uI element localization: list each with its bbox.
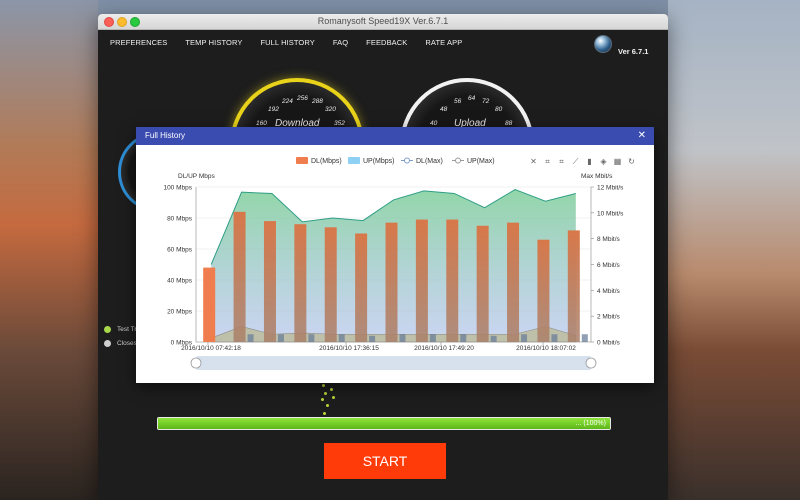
up-bar <box>277 334 284 342</box>
legend-dot-closes <box>104 340 111 347</box>
legend-label: UP(Mbps) <box>363 158 395 165</box>
close-icon[interactable]: ✕ <box>638 130 646 141</box>
legend-label: DL(Mbps) <box>311 158 342 165</box>
gauge-tick: 72 <box>482 98 490 105</box>
menu-temp-history[interactable]: TEMP HISTORY <box>185 38 242 47</box>
gauge-tick: 56 <box>454 98 462 105</box>
x-tick-label: 2016/10/10 18:07:02 <box>516 345 576 352</box>
dialog-header: Full History ✕ <box>136 127 654 145</box>
up-bar <box>581 334 588 342</box>
progress-text: ... (100%) <box>575 420 606 427</box>
globe-icon[interactable] <box>594 35 612 53</box>
history-chart: DL(Mbps) UP(Mbps) DL(Max) UP(Max) DL/UP Mbps… <box>163 157 624 370</box>
legend-swatch <box>404 157 410 164</box>
dl-bar <box>507 222 520 342</box>
legend-closes-text: Closes <box>117 340 137 347</box>
window-titlebar[interactable]: Romanysoft Speed19X Ver.6.7.1 <box>98 14 668 30</box>
gauge-tick: 80 <box>495 106 503 113</box>
world-map <box>320 382 350 422</box>
dl-bar <box>263 221 276 342</box>
legend-label: DL(Max) <box>416 158 443 165</box>
legend-swatch <box>455 157 461 164</box>
dialog-title: Full History <box>145 131 186 140</box>
window-title: Romanysoft Speed19X Ver.6.7.1 <box>317 16 449 26</box>
gauge-tick: 224 <box>282 98 293 105</box>
dl-bar <box>476 225 489 342</box>
legend-test-text: Test Tr <box>117 326 137 333</box>
desktop-background-right <box>668 0 800 500</box>
up-bar <box>521 334 528 342</box>
gauge-tick: 288 <box>312 98 323 105</box>
y-tick-left: 60 Mbps <box>167 247 193 254</box>
y-tick-right: 2 Mbit/s <box>597 314 621 321</box>
gauge-tick: 160 <box>256 120 267 127</box>
y-axis-title-left: DL/UP Mbps <box>178 173 215 180</box>
menu-feedback[interactable]: FEEDBACK <box>366 38 407 47</box>
y-tick-left: 20 Mbps <box>167 309 193 316</box>
up-bar <box>490 335 497 342</box>
desktop-background-left <box>0 0 98 500</box>
gauge-tick: 40 <box>430 120 438 127</box>
gauge-tick: 192 <box>268 106 279 113</box>
x-tick-label: 2016/10/10 07:42:18 <box>181 345 241 352</box>
y-tick-left: 80 Mbps <box>167 216 193 223</box>
gauge-tick: 64 <box>468 95 476 102</box>
y-tick-right: 12 Mbit/s <box>597 185 624 192</box>
up-bar <box>247 334 254 342</box>
menu-rate-app[interactable]: RATE APP <box>425 38 462 47</box>
version-label: Ver 6.7.1 <box>618 47 649 56</box>
dl-bar <box>537 239 550 342</box>
progress-bar: ... (100%) <box>157 417 611 430</box>
y-axis-title-right: Max Mbit/s <box>581 173 613 180</box>
progress-fill <box>158 418 610 429</box>
gauge-tick: 320 <box>325 106 336 113</box>
zoom-handle-left[interactable] <box>190 357 202 369</box>
legend-label: UP(Max) <box>467 158 495 165</box>
up-bar <box>429 334 436 342</box>
dl-bar <box>446 219 459 342</box>
app-menu: PREFERENCES TEMP HISTORY FULL HISTORY FA… <box>110 38 462 47</box>
up-bar <box>338 334 345 342</box>
gauge-tick: 48 <box>440 106 448 113</box>
zoom-slider-track[interactable] <box>196 356 591 370</box>
dl-bar <box>567 230 580 342</box>
y-tick-right: 8 Mbit/s <box>597 236 621 243</box>
zoom-handle-right[interactable] <box>585 357 597 369</box>
gauge-tick: 256 <box>297 95 308 102</box>
y-tick-right: 4 Mbit/s <box>597 288 621 295</box>
dl-bar <box>203 267 216 342</box>
legend-swatch <box>296 157 308 164</box>
x-tick-label: 2016/10/10 17:49:20 <box>414 345 474 352</box>
menu-preferences[interactable]: PREFERENCES <box>110 38 167 47</box>
dl-bar <box>324 227 337 342</box>
up-bar <box>551 334 558 342</box>
x-tick-label: 2016/10/10 17:36:15 <box>319 345 379 352</box>
y-tick-right: 6 Mbit/s <box>597 262 621 269</box>
gauge-tick: 352 <box>334 120 345 127</box>
menu-faq[interactable]: FAQ <box>333 38 348 47</box>
dl-bar <box>294 224 307 342</box>
gauge-tick: 88 <box>505 120 513 127</box>
dl-bar <box>355 233 368 342</box>
dl-bar <box>415 219 428 342</box>
y-tick-right: 0 Mbit/s <box>597 340 621 347</box>
menu-full-history[interactable]: FULL HISTORY <box>260 38 314 47</box>
dl-bar <box>233 211 246 342</box>
legend-dot-test <box>104 326 111 333</box>
y-tick-right: 10 Mbit/s <box>597 210 624 217</box>
up-bar <box>308 334 315 342</box>
dl-bar <box>385 222 398 342</box>
up-bar <box>460 334 467 342</box>
up-bar <box>399 334 406 342</box>
y-tick-left: 40 Mbps <box>167 278 193 285</box>
y-tick-left: 100 Mbps <box>163 185 192 192</box>
up-bar <box>369 335 376 342</box>
full-history-dialog: Full History ✕ ✕ ⌗ ⌗ ⟋ ▮ ◈ ▦ ↻ DL(Mbps) U… <box>136 127 654 383</box>
legend-swatch <box>348 157 360 164</box>
start-button[interactable]: START <box>324 443 446 479</box>
